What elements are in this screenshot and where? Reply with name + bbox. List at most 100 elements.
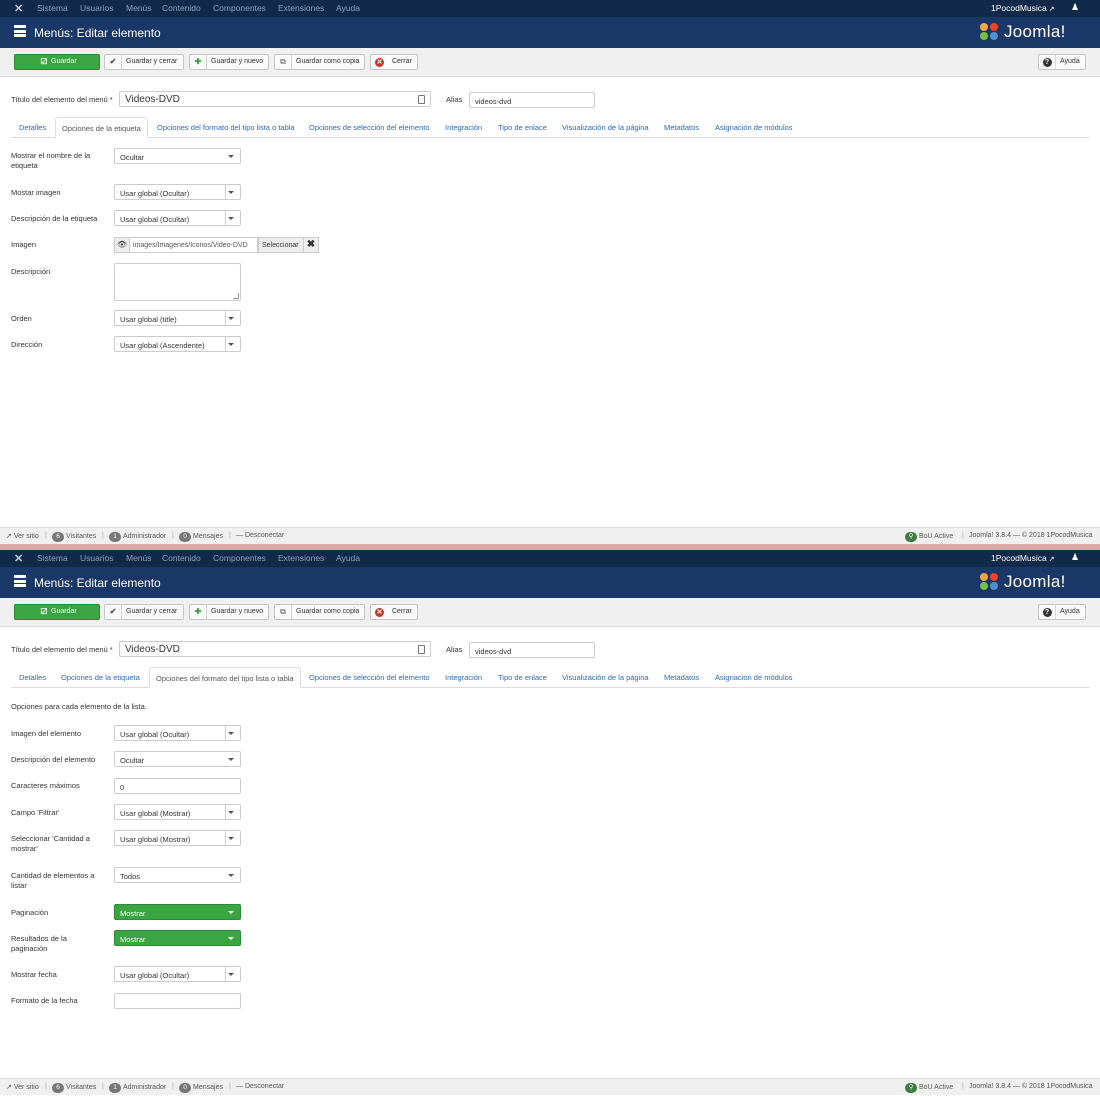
tab-seleccion-elemento[interactable]: Opciones de selección del elemento bbox=[303, 667, 436, 688]
show-image-select[interactable]: Usar global (Ocultar) bbox=[114, 184, 241, 200]
copy-icon bbox=[418, 95, 425, 104]
direction-select[interactable]: Usar global (Ascendente) bbox=[114, 336, 241, 352]
alias-input[interactable]: videos-dvd bbox=[469, 642, 595, 658]
menu-componentes[interactable]: Componentes bbox=[213, 3, 266, 13]
image-path-input[interactable]: images/Imagenes/Iconos/Video-DVD bbox=[129, 237, 258, 253]
menu-usuarios[interactable]: Usuarios bbox=[80, 3, 114, 13]
joomla-logo: Joomla! bbox=[980, 572, 1090, 592]
menu-contenido[interactable]: Contenido bbox=[162, 553, 201, 563]
display-select-label: Seleccionar 'Cantidad a mostrar' bbox=[11, 834, 90, 853]
save-copy-button[interactable]: ⧉ Guardar como copia bbox=[274, 54, 365, 70]
tab-visualizacion[interactable]: Visualización de la página bbox=[556, 667, 655, 688]
title-input[interactable]: Videos-DVD bbox=[119, 91, 431, 107]
order-select[interactable]: Usar global (title) bbox=[114, 310, 241, 326]
show-tag-name-label: Mostrar el nombre de la etiqueta bbox=[11, 151, 91, 170]
save-close-button[interactable]: ✔ Guardar y cerrar bbox=[104, 604, 184, 620]
site-link[interactable]: 1PocodMusica ↗ bbox=[991, 3, 1055, 13]
menu-ayuda[interactable]: Ayuda bbox=[336, 553, 360, 563]
admins-status[interactable]: 1 Administrador bbox=[109, 532, 166, 542]
save-button[interactable]: ☑ Guardar bbox=[14, 54, 100, 70]
select-image-button[interactable]: Seleccionar bbox=[258, 237, 304, 253]
menu-componentes[interactable]: Componentes bbox=[213, 553, 266, 563]
toolbar: ☑ Guardar ✔ Guardar y cerrar ✚ Guardar y nu… bbox=[0, 598, 1100, 627]
eye-icon[interactable]: 👁 bbox=[114, 237, 130, 253]
help-button[interactable]: ? Ayuda bbox=[1038, 54, 1086, 70]
joomla-menu-icon[interactable]: ✕ bbox=[14, 552, 23, 565]
messages-status[interactable]: 0 Mensajes bbox=[179, 532, 223, 542]
caret-down-icon bbox=[228, 937, 234, 940]
tab-metadatos[interactable]: Metadatos bbox=[658, 117, 705, 138]
tab-formato-lista[interactable]: Opciones del formato del tipo lista o ta… bbox=[151, 117, 301, 138]
save-close-button[interactable]: ✔ Guardar y cerrar bbox=[104, 54, 184, 70]
visitors-status[interactable]: 6 Visitantes bbox=[52, 532, 96, 542]
check-icon: ✔ bbox=[105, 605, 122, 619]
num-items-select[interactable]: Todos bbox=[114, 867, 241, 883]
show-tag-name-select[interactable]: Ocultar bbox=[114, 148, 241, 164]
pagination-results-select[interactable]: Mostrar bbox=[114, 930, 241, 946]
caret-down-icon bbox=[228, 217, 234, 220]
save-new-button[interactable]: ✚ Guardar y nuevo bbox=[189, 604, 269, 620]
help-button[interactable]: ? Ayuda bbox=[1038, 604, 1086, 620]
view-site-link[interactable]: ↗ Ver sitio bbox=[6, 1083, 39, 1091]
menu-sistema[interactable]: Sistema bbox=[37, 3, 68, 13]
filter-field-select[interactable]: Usar global (Mostrar) bbox=[114, 804, 241, 820]
menu-menus[interactable]: Menús bbox=[126, 3, 152, 13]
menu-extensiones[interactable]: Extensiones bbox=[278, 3, 324, 13]
display-select-select[interactable]: Usar global (Mostrar) bbox=[114, 830, 241, 846]
close-button[interactable]: ✕ Cerrar bbox=[370, 54, 418, 70]
tab-visualizacion[interactable]: Visualización de la página bbox=[556, 117, 655, 138]
user-icon[interactable]: ♟ bbox=[1071, 552, 1079, 563]
toolbar: ☑ Guardar ✔ Guardar y cerrar ✚ Guardar y nu… bbox=[0, 48, 1100, 77]
save-new-button[interactable]: ✚ Guardar y nuevo bbox=[189, 54, 269, 70]
max-chars-label: Caracteres máximos bbox=[11, 781, 80, 790]
logout-link[interactable]: — Desconectar bbox=[236, 532, 284, 539]
menu-sistema[interactable]: Sistema bbox=[37, 553, 68, 563]
tab-detalles[interactable]: Detalles bbox=[11, 667, 54, 688]
menu-ayuda[interactable]: Ayuda bbox=[336, 3, 360, 13]
item-image-select[interactable]: Usar global (Ocultar) bbox=[114, 725, 241, 741]
tab-integracion[interactable]: Integración bbox=[439, 667, 488, 688]
close-button[interactable]: ✕ Cerrar bbox=[370, 604, 418, 620]
max-chars-input[interactable]: 0 bbox=[114, 778, 241, 794]
save-button[interactable]: ☑ Guardar bbox=[14, 604, 100, 620]
joomla-menu-icon[interactable]: ✕ bbox=[14, 2, 23, 15]
tab-detalles[interactable]: Detalles bbox=[11, 117, 54, 138]
site-link[interactable]: 1PocodMusica ↗ bbox=[991, 553, 1055, 563]
menu-usuarios[interactable]: Usuarios bbox=[80, 553, 114, 563]
logout-link[interactable]: — Desconectar bbox=[236, 1083, 284, 1090]
tab-tipo-enlace[interactable]: Tipo de enlace bbox=[492, 117, 553, 138]
pagination-select[interactable]: Mostrar bbox=[114, 904, 241, 920]
caret-down-icon bbox=[228, 758, 234, 761]
menu-extensiones[interactable]: Extensiones bbox=[278, 553, 324, 563]
tab-asignacion-modulos[interactable]: Asignación de módulos bbox=[709, 117, 799, 138]
messages-status[interactable]: 0 Mensajes bbox=[179, 1083, 223, 1093]
description-textarea[interactable] bbox=[114, 263, 241, 301]
resize-grip-icon[interactable] bbox=[233, 293, 239, 299]
alias-input[interactable]: videos-dvd bbox=[469, 92, 595, 108]
clear-image-icon[interactable]: ✖ bbox=[303, 237, 319, 253]
copy-icon: ⧉ bbox=[275, 605, 292, 619]
tab-asignacion-modulos[interactable]: Asignación de módulos bbox=[709, 667, 799, 688]
tag-description-select[interactable]: Usar global (Ocultar) bbox=[114, 210, 241, 226]
tab-metadatos[interactable]: Metadatos bbox=[658, 667, 705, 688]
bou-status[interactable]: ⚲ BoU Active bbox=[905, 532, 953, 542]
tab-formato-lista[interactable]: Opciones del formato del tipo lista o ta… bbox=[149, 667, 301, 688]
show-date-select[interactable]: Usar global (Ocultar) bbox=[114, 966, 241, 982]
item-description-select[interactable]: Ocultar bbox=[114, 751, 241, 767]
tab-opciones-etiqueta[interactable]: Opciones de la etiqueta bbox=[55, 117, 148, 138]
image-label: Imagen bbox=[11, 240, 37, 249]
visitors-status[interactable]: 6 Visitantes bbox=[52, 1083, 96, 1093]
menu-contenido[interactable]: Contenido bbox=[162, 3, 201, 13]
title-input[interactable]: Videos-DVD bbox=[119, 641, 431, 657]
date-format-input[interactable] bbox=[114, 993, 241, 1009]
tab-seleccion-elemento[interactable]: Opciones de selección del elemento bbox=[303, 117, 436, 138]
tab-tipo-enlace[interactable]: Tipo de enlace bbox=[492, 667, 553, 688]
tab-opciones-etiqueta[interactable]: Opciones de la etiqueta bbox=[55, 667, 146, 688]
bou-status[interactable]: ⚲ BoU Active bbox=[905, 1083, 953, 1093]
tab-integracion[interactable]: Integración bbox=[439, 117, 488, 138]
admins-status[interactable]: 1 Administrador bbox=[109, 1083, 166, 1093]
menu-menus[interactable]: Menús bbox=[126, 553, 152, 563]
view-site-link[interactable]: ↗ Ver sitio bbox=[6, 532, 39, 540]
user-icon[interactable]: ♟ bbox=[1071, 2, 1079, 13]
save-copy-button[interactable]: ⧉ Guardar como copia bbox=[274, 604, 365, 620]
